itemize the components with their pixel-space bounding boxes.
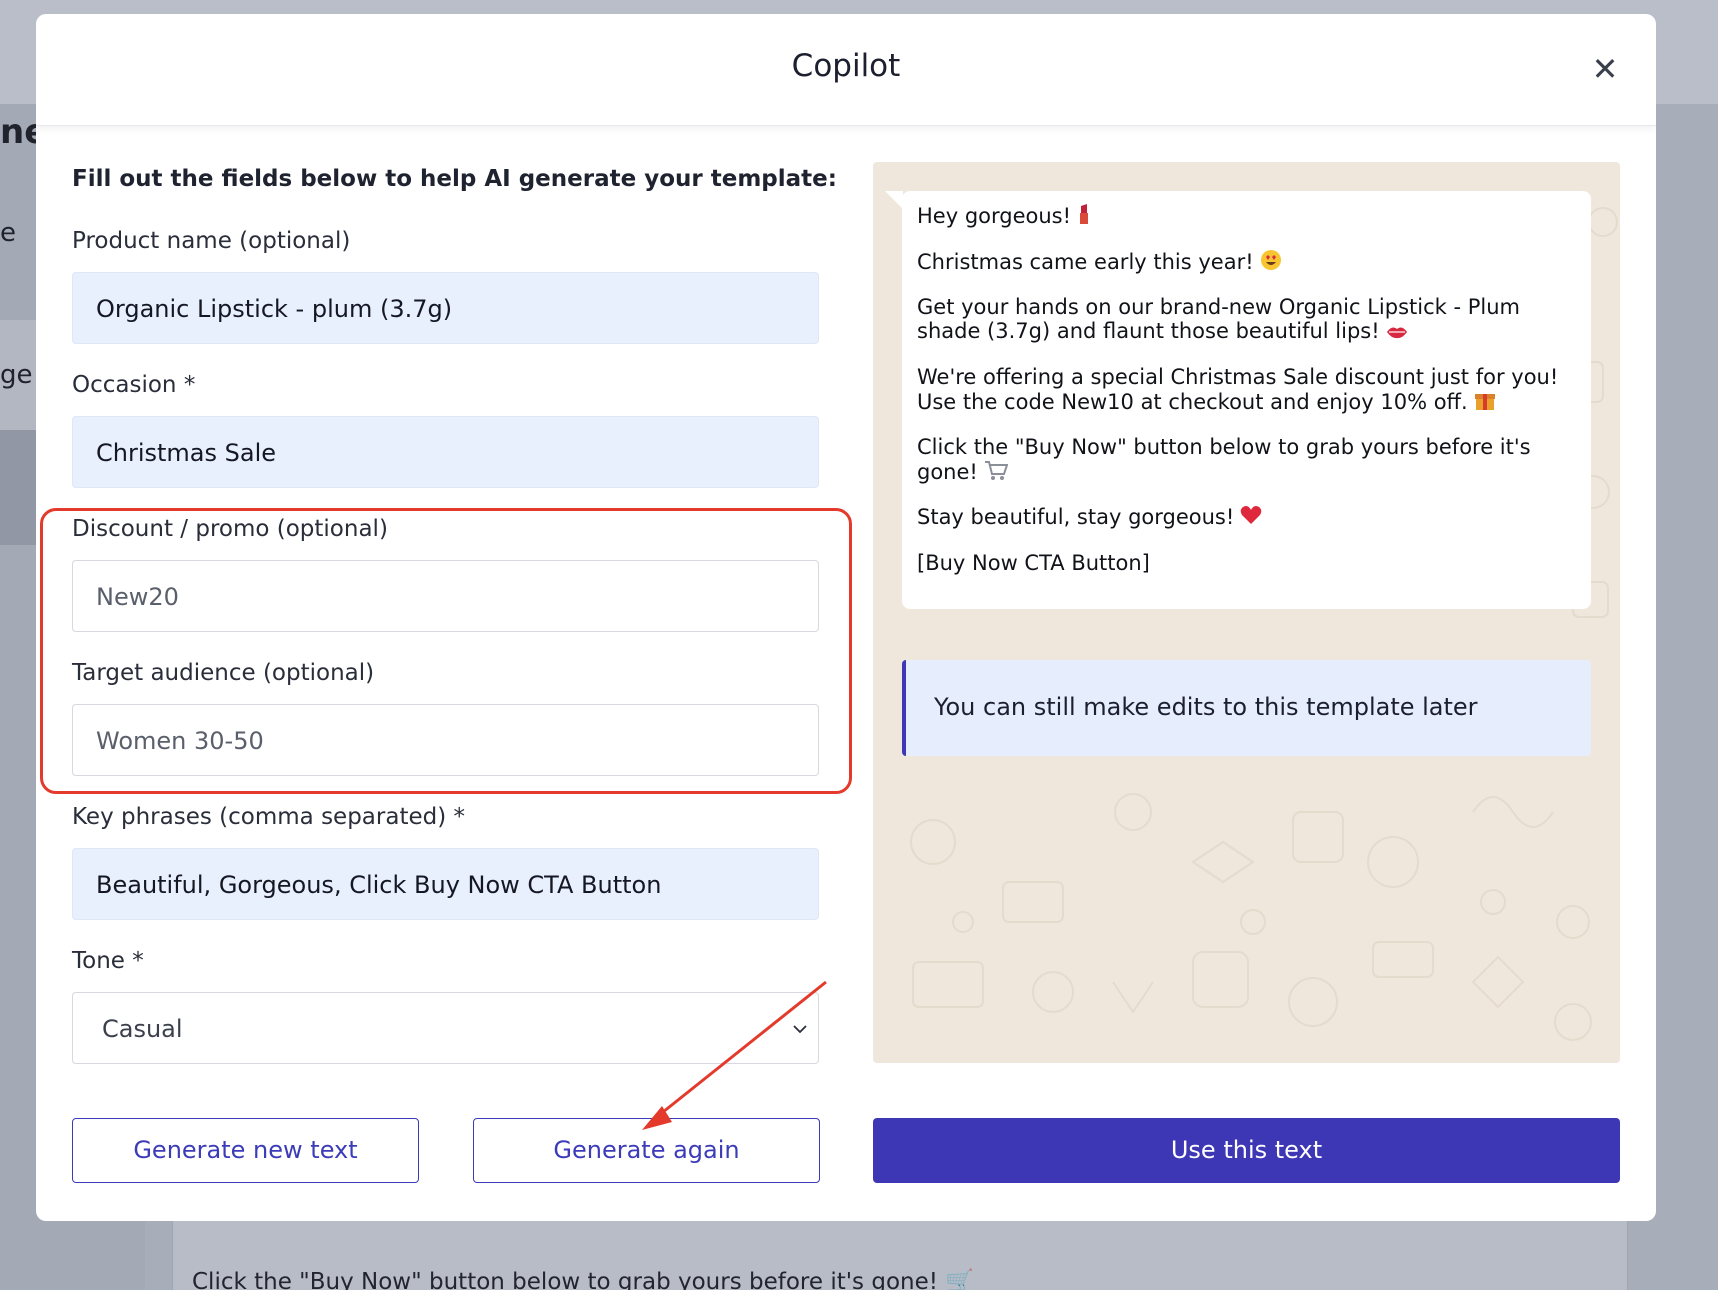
chevron-down-icon [793, 1025, 807, 1034]
occasion-label: Occasion * [72, 372, 196, 398]
modal-header: Copilot ✕ [36, 14, 1656, 126]
discount-label: Discount / promo (optional) [72, 516, 388, 542]
use-this-text-button[interactable]: Use this text [873, 1118, 1620, 1183]
tone-select-value: Casual [102, 1015, 183, 1043]
target-audience-input[interactable]: Women 30-50 [72, 704, 819, 776]
chat-message-bubble: Hey gorgeous! Christmas came early this … [902, 191, 1591, 609]
copilot-modal: Copilot ✕ Fill out the fields below to h… [36, 14, 1656, 1221]
form-intro: Fill out the fields below to help AI gen… [72, 166, 837, 192]
shopping-cart-icon [984, 459, 1009, 487]
message-line: Get your hands on our brand-new Organic … [917, 295, 1520, 319]
background-text-fragment: ge [0, 360, 33, 390]
background-text-fragment: e [0, 218, 16, 248]
key-phrases-input[interactable]: Beautiful, Gorgeous, Click Buy Now CTA B… [72, 848, 819, 920]
target-audience-label: Target audience (optional) [72, 660, 375, 686]
message-line: Click the "Buy Now" button below to grab… [917, 435, 1531, 459]
edit-info-note: You can still make edits to this templat… [902, 660, 1591, 756]
product-name-input[interactable]: Organic Lipstick - plum (3.7g) [72, 272, 819, 344]
modal-title: Copilot [791, 48, 901, 84]
discount-input[interactable]: New20 [72, 560, 819, 632]
heart-eyes-emoji-icon [1260, 249, 1282, 277]
red-heart-icon [1240, 505, 1262, 531]
lipstick-icon [1077, 203, 1091, 231]
message-line: We're offering a special Christmas Sale … [917, 365, 1559, 389]
occasion-input[interactable]: Christmas Sale [72, 416, 819, 488]
edit-info-text: You can still make edits to this templat… [934, 693, 1478, 721]
lips-icon [1386, 320, 1408, 345]
product-name-label: Product name (optional) [72, 228, 351, 254]
key-phrases-label: Key phrases (comma separated) * [72, 804, 465, 830]
chat-bubble-tail [885, 191, 903, 209]
close-icon[interactable]: ✕ [1590, 53, 1620, 85]
message-line: Use the code New10 at checkout and enjoy… [917, 389, 1496, 417]
message-line: shade (3.7g) and flaunt those beautiful … [917, 319, 1408, 345]
message-line: gone! [917, 459, 1009, 487]
message-line: Stay beautiful, stay gorgeous! [917, 505, 1262, 531]
tone-label: Tone * [72, 948, 144, 974]
message-line: Christmas came early this year! [917, 249, 1282, 277]
tone-select[interactable]: Casual [72, 992, 819, 1064]
generate-again-button[interactable]: Generate again [473, 1118, 820, 1183]
background-card-text: Click the "Buy Now" button below to grab… [192, 1269, 974, 1290]
background-sidebar-item-active [0, 430, 40, 545]
message-line: [Buy Now CTA Button] [917, 551, 1150, 575]
template-preview: Hey gorgeous! Christmas came early this … [873, 162, 1620, 1063]
message-line: Hey gorgeous! [917, 203, 1091, 231]
gift-icon [1474, 389, 1496, 417]
generate-new-text-button[interactable]: Generate new text [72, 1118, 419, 1183]
